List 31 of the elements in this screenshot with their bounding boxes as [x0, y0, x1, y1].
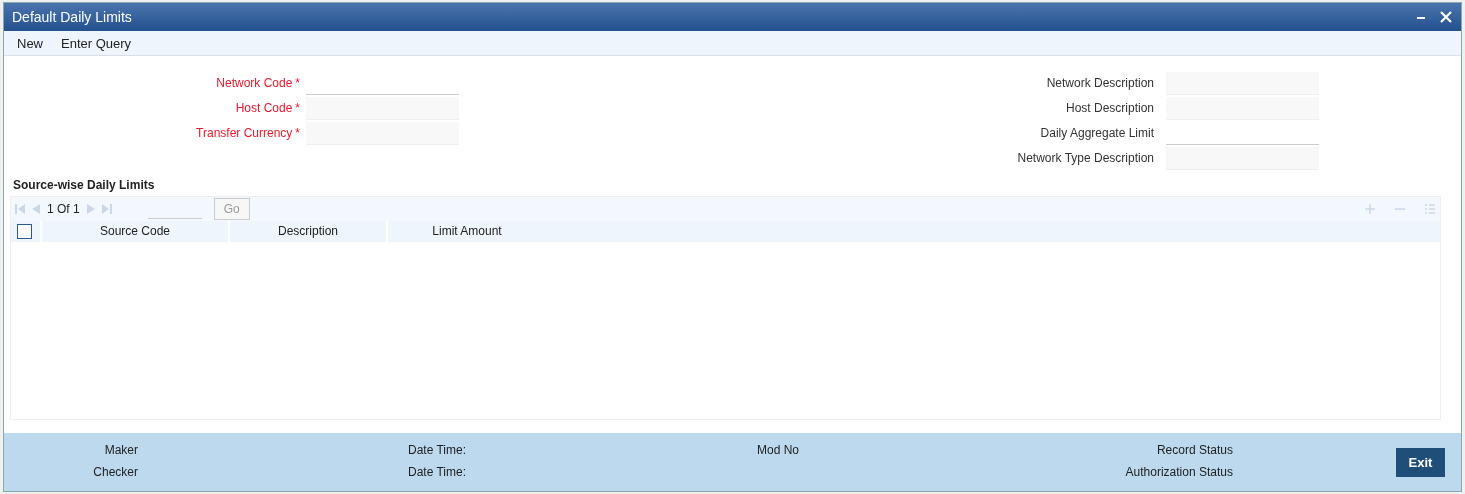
footer-label: Date Time:: [408, 465, 467, 479]
exit-button[interactable]: Exit: [1396, 447, 1445, 477]
menu-item[interactable]: Enter Query: [61, 35, 132, 51]
menu-item[interactable]: New: [17, 35, 43, 51]
field-label: Network Type Description: [1016, 150, 1154, 167]
column-header: Source Code: [40, 221, 228, 242]
page-indicator: 1 Of 1: [47, 202, 80, 216]
column-header: Description: [228, 221, 386, 242]
column-header: Limit Amount: [386, 221, 546, 242]
list-icon[interactable]: [1424, 203, 1436, 215]
minimize-and-close-icons[interactable]: [1417, 11, 1453, 23]
footer-label: Mod No: [757, 443, 800, 457]
footer-label: Authorization Status: [1125, 465, 1233, 479]
add-row-icon[interactable]: [1364, 203, 1376, 215]
select-all-checkbox[interactable]: [17, 224, 32, 239]
footer-label: Record Status: [1156, 443, 1233, 457]
footer-label: Checker: [93, 465, 138, 479]
last-page-icon[interactable]: [101, 204, 112, 214]
section-title: Source-wise Daily Limits: [13, 178, 156, 192]
previous-page-icon[interactable]: [31, 204, 41, 214]
field-label: Daily Aggregate Limit: [1039, 125, 1154, 142]
footer-label: Date Time:: [408, 443, 467, 457]
footer-label: Maker: [104, 443, 138, 457]
field-label: Host Code *: [234, 100, 300, 117]
window-title: Default Daily Limits: [12, 9, 132, 25]
field-label: Transfer Currency *: [195, 125, 300, 142]
field-label: Host Description: [1064, 100, 1154, 117]
first-page-icon[interactable]: [15, 204, 25, 214]
field-label: Network Code *: [215, 75, 300, 92]
field-label: Network Description: [1045, 75, 1154, 92]
next-page-icon[interactable]: [85, 204, 96, 214]
